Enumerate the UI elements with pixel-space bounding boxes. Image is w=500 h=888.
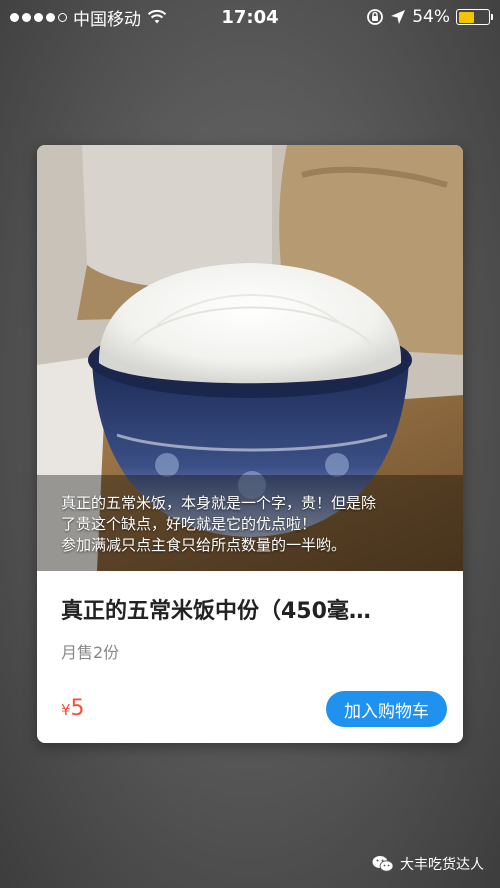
wechat-icon [372,856,394,872]
watermark-text: 大丰吃货达人 [400,857,484,873]
clock-time: 17:04 [221,6,279,28]
battery-percent: 54% [412,7,450,27]
carrier-name: 中国移动 [73,9,141,30]
signal-dot [22,12,31,22]
product-name: 真正的五常米饭中份（450毫… [61,599,371,624]
description-line: 了贵这个缺点，好吃就是它的优点啦！ [61,515,317,533]
signal-strength-icon [10,12,67,22]
wifi-icon [147,9,167,24]
battery-icon [456,9,493,25]
product-card: 真正的五常米饭，本身就是一个字，贵！但是除 了贵这个缺点，好吃就是它的优点啦！ … [37,145,463,743]
description-line: 参加满减只点主食只给所点数量的一半哟。 [61,536,347,554]
price-value: 5 [70,696,85,721]
add-to-cart-button[interactable]: 加入购物车 [326,691,447,727]
signal-dot [34,12,43,22]
product-info: 真正的五常米饭中份（450毫… 月售2份 ¥5 加入购物车 [37,571,463,743]
status-bar: 中国移动 17:04 54% [0,0,500,34]
location-arrow-icon [391,10,406,24]
rotation-lock-icon [367,9,384,25]
monthly-sales: 月售2份 [61,643,120,662]
product-description: 真正的五常米饭，本身就是一个字，贵！但是除 了贵这个缺点，好吃就是它的优点啦！ … [61,493,447,556]
price-currency: ¥ [61,701,71,719]
product-photo: 真正的五常米饭，本身就是一个字，贵！但是除 了贵这个缺点，好吃就是它的优点啦！ … [37,145,463,571]
watermark: 大丰吃货达人 [372,854,484,874]
battery-fill [458,11,475,23]
signal-dot [10,12,19,22]
status-left: 中国移动 [10,5,167,30]
status-right: 54% [366,7,493,27]
description-line: 真正的五常米饭，本身就是一个字，贵！但是除 [61,494,377,512]
signal-dot [58,12,67,22]
price: ¥5 [61,696,85,721]
signal-dot [46,12,55,22]
